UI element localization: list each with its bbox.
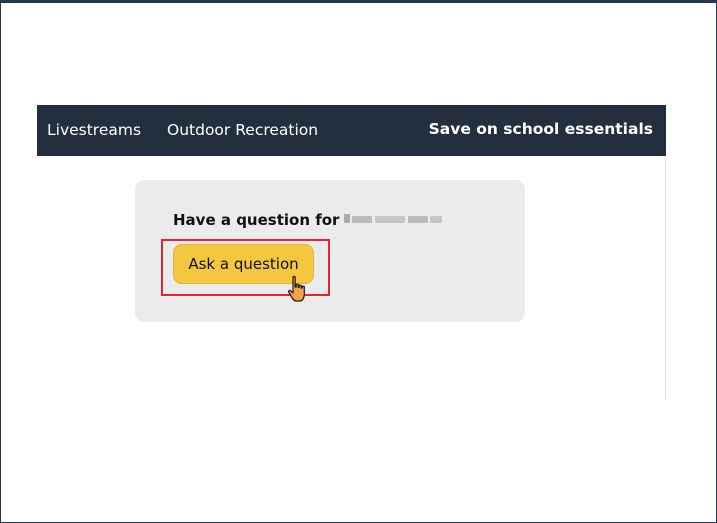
nav-promo-school-essentials[interactable]: Save on school essentials: [429, 121, 653, 138]
question-card: Have a question for Ask a question: [135, 180, 525, 322]
redacted-seller-name: [344, 214, 444, 224]
top-navigation-bar: Livestreams Outdoor Recreation Save on s…: [37, 105, 666, 156]
nav-item-outdoor-recreation[interactable]: Outdoor Recreation: [167, 122, 318, 139]
ask-a-question-button[interactable]: Ask a question: [173, 244, 314, 284]
question-heading: Have a question for: [173, 211, 340, 229]
right-divider: [665, 156, 666, 400]
nav-item-livestreams[interactable]: Livestreams: [47, 122, 141, 139]
screenshot-frame: Livestreams Outdoor Recreation Save on s…: [0, 0, 717, 523]
